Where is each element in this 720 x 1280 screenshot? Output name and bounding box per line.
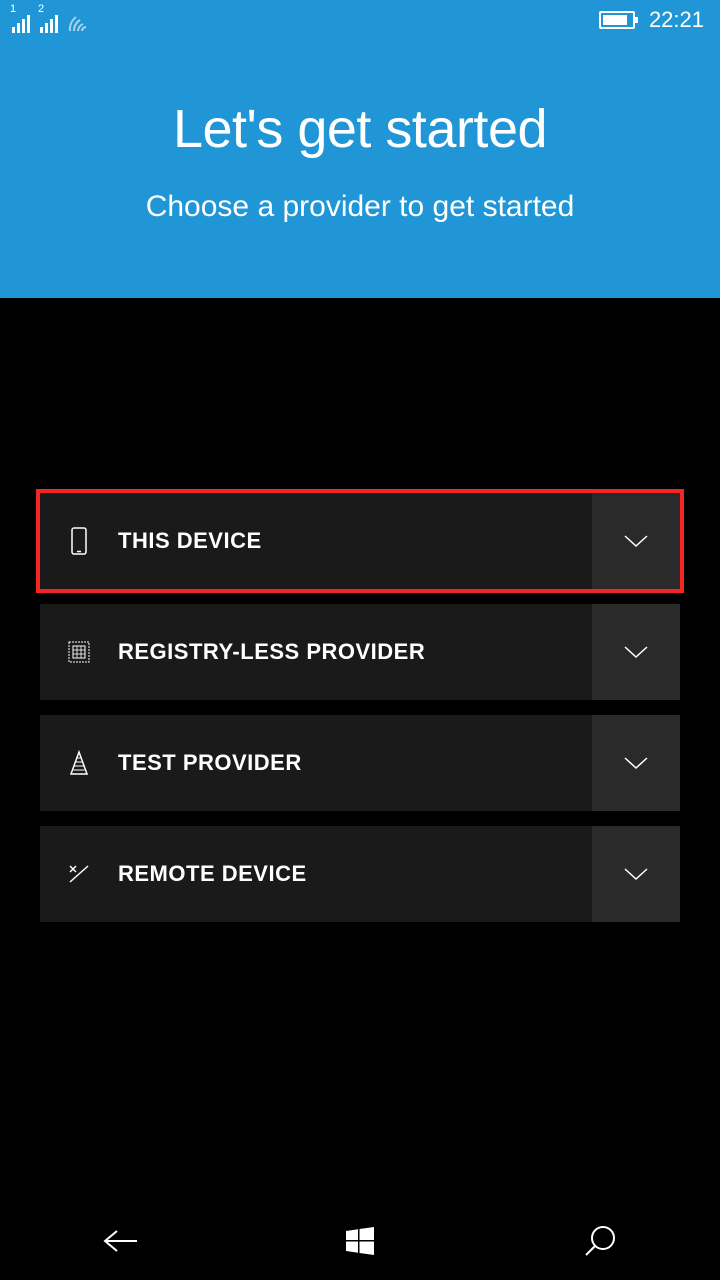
grid-icon: [40, 640, 96, 664]
page-subtitle: Choose a provider to get started: [20, 190, 700, 224]
search-icon: [583, 1224, 617, 1258]
back-arrow-icon: [101, 1227, 139, 1255]
connection-icon: [40, 862, 96, 886]
provider-label: REMOTE DEVICE: [96, 861, 592, 887]
wifi-icon: [68, 13, 94, 33]
battery-icon: [599, 11, 635, 29]
provider-remote-device[interactable]: REMOTE DEVICE: [40, 826, 680, 922]
search-button[interactable]: [530, 1202, 670, 1280]
windows-icon: [344, 1225, 376, 1257]
provider-test[interactable]: TEST PROVIDER: [40, 715, 680, 811]
provider-list: THIS DEVICE REGISTRY-LESS PROVIDER: [0, 298, 720, 922]
provider-label: THIS DEVICE: [96, 528, 592, 554]
provider-this-device[interactable]: THIS DEVICE: [40, 493, 680, 589]
signal-sim2-icon: 2: [40, 7, 58, 33]
status-right: 22:21: [599, 7, 704, 33]
start-button[interactable]: [290, 1202, 430, 1280]
roadwork-icon: [40, 750, 96, 776]
status-bar: 1 2 22:21: [0, 0, 720, 36]
chevron-down-icon: [622, 533, 650, 549]
phone-icon: [40, 527, 96, 555]
provider-label: TEST PROVIDER: [96, 750, 592, 776]
expand-button[interactable]: [592, 604, 680, 700]
chevron-down-icon: [622, 755, 650, 771]
page-title: Let's get started: [20, 98, 700, 160]
signal-sim1-icon: 1: [12, 7, 30, 33]
expand-button[interactable]: [592, 493, 680, 589]
expand-button[interactable]: [592, 715, 680, 811]
page-header: Let's get started Choose a provider to g…: [0, 36, 720, 298]
status-left: 1 2: [12, 7, 94, 33]
back-button[interactable]: [50, 1202, 190, 1280]
navigation-bar: [0, 1202, 720, 1280]
chevron-down-icon: [622, 644, 650, 660]
chevron-down-icon: [622, 866, 650, 882]
expand-button[interactable]: [592, 826, 680, 922]
provider-label: REGISTRY-LESS PROVIDER: [96, 639, 592, 665]
provider-registry-less[interactable]: REGISTRY-LESS PROVIDER: [40, 604, 680, 700]
clock: 22:21: [649, 7, 704, 33]
